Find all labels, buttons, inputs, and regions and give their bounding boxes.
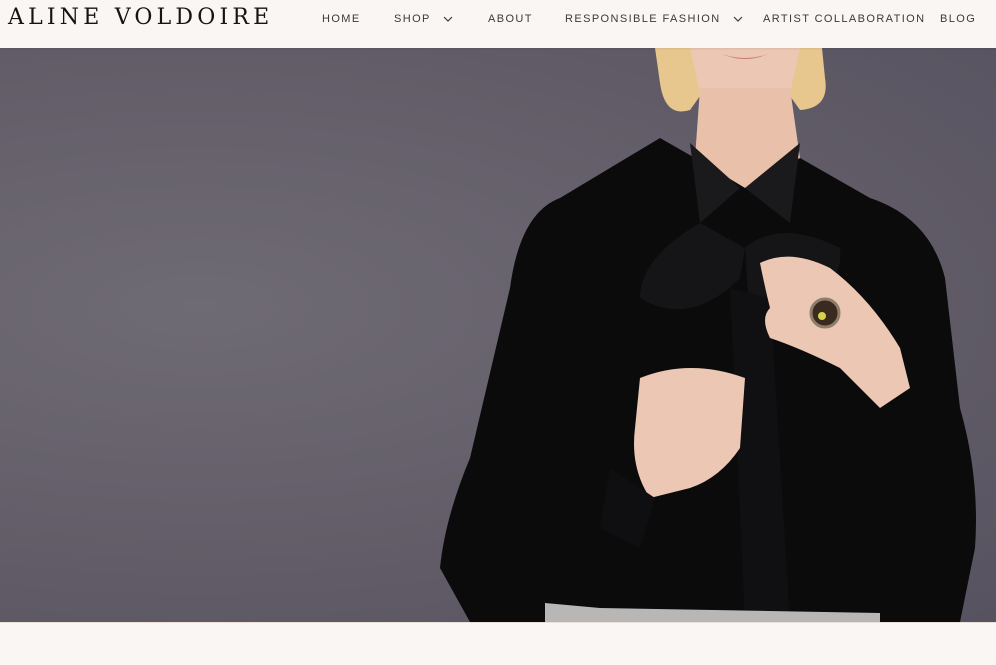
nav-home-label: HOME <box>322 13 361 25</box>
nav-about[interactable]: ABOUT <box>488 13 533 25</box>
nav-responsible-fashion-label: RESPONSIBLE FASHION <box>565 13 721 25</box>
ring <box>809 297 841 329</box>
site-header: ALINE VOLDOIRE HOME SHOP ABOUT RESPONSIB… <box>0 0 996 48</box>
content-section-top <box>0 622 996 665</box>
nav-artist-collaboration-label: ARTIST COLLABORATION <box>763 13 926 25</box>
nav-responsible-fashion[interactable]: RESPONSIBLE FASHION <box>565 13 743 25</box>
nav-blog-label: BLOG <box>940 13 977 25</box>
main-navigation: HOME SHOP ABOUT RESPONSIBLE FASHION ARTI… <box>0 13 996 29</box>
nav-about-label: ABOUT <box>488 13 533 25</box>
nav-artist-collaboration[interactable]: ARTIST COLLABORATION <box>763 13 925 25</box>
hero-photo <box>440 48 976 622</box>
ring-stone <box>818 312 826 320</box>
chevron-down-icon <box>443 16 453 22</box>
hero-banner <box>0 48 996 622</box>
nav-blog[interactable]: BLOG <box>940 13 976 25</box>
chevron-down-icon <box>733 16 743 22</box>
nav-shop-label: SHOP <box>394 13 431 25</box>
nav-home[interactable]: HOME <box>322 13 361 25</box>
nav-shop[interactable]: SHOP <box>394 13 453 25</box>
